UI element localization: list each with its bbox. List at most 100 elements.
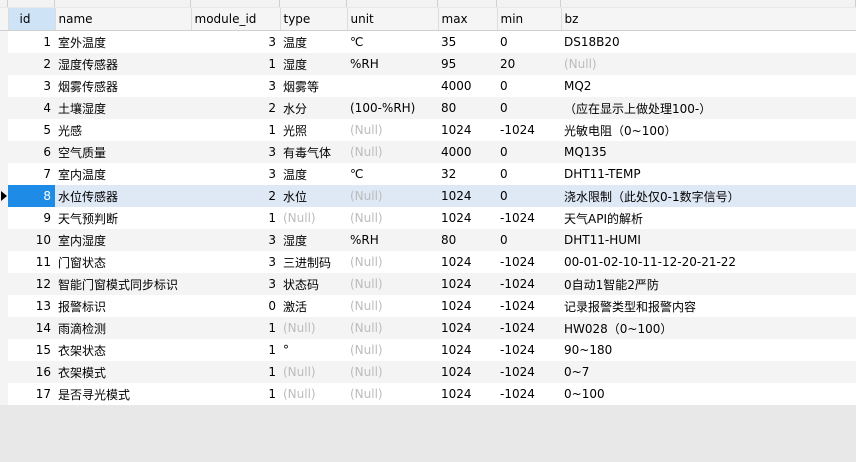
cell-bz[interactable]: 0自动1智能2严防 <box>561 273 856 295</box>
cell-unit[interactable]: ℃ <box>347 163 438 185</box>
table-row[interactable]: 11 门窗状态 3 三进制码 (Null) 1024 -1024 00-01-02-10-11… <box>0 251 856 273</box>
cell-min[interactable]: -1024 <box>497 361 561 383</box>
table-row[interactable]: 2 湿度传感器 1 湿度 %RH 95 20 (Null) <box>0 53 856 75</box>
cell-id[interactable]: 5 <box>8 119 55 141</box>
cell-min[interactable]: -1024 <box>497 317 561 339</box>
row-indicator[interactable] <box>0 273 8 295</box>
table-row[interactable]: 1 室外温度 3 温度 ℃ 35 0 DS18B20 <box>0 30 856 54</box>
row-indicator[interactable] <box>0 339 8 361</box>
row-indicator[interactable] <box>0 361 8 383</box>
cell-max[interactable]: 95 <box>438 53 497 75</box>
cell-id[interactable]: 7 <box>8 163 55 185</box>
cell-module-id[interactable]: 3 <box>191 141 280 163</box>
cell-unit[interactable]: (Null) <box>347 339 438 361</box>
cell-module-id[interactable]: 0 <box>191 295 280 317</box>
cell-bz[interactable]: 00-01-02-10-11-12-20-21-22 <box>561 251 856 273</box>
table-row[interactable]: 13 报警标识 0 激活 (Null) 1024 -1024 记录报警类型和报警内容 <box>0 295 856 317</box>
cell-id[interactable]: 9 <box>8 207 55 229</box>
cell-module-id[interactable]: 2 <box>191 185 280 207</box>
cell-type[interactable]: 湿度 <box>280 53 347 75</box>
cell-id[interactable]: 8 <box>8 185 55 207</box>
cell-id[interactable]: 13 <box>8 295 55 317</box>
cell-min[interactable]: 0 <box>497 141 561 163</box>
cell-max[interactable]: 4000 <box>438 141 497 163</box>
row-indicator[interactable] <box>0 30 8 53</box>
cell-name[interactable]: 室外温度 <box>55 31 191 54</box>
cell-bz[interactable]: 记录报警类型和报警内容 <box>561 295 856 317</box>
cell-unit[interactable]: (Null) <box>347 361 438 383</box>
column-header-module-id[interactable]: module_id <box>191 8 281 31</box>
cell-id[interactable]: 17 <box>8 383 55 405</box>
table-row[interactable]: 17 是否寻光模式 1 (Null) (Null) 1024 -1024 0~100 <box>0 383 856 405</box>
cell-min[interactable]: -1024 <box>497 251 561 273</box>
row-indicator[interactable] <box>0 97 8 119</box>
row-indicator[interactable] <box>0 119 8 141</box>
cell-module-id[interactable]: 2 <box>191 97 280 119</box>
cell-bz[interactable]: DHT11-HUMI <box>561 229 856 251</box>
cell-type[interactable]: 三进制码 <box>280 251 347 273</box>
cell-unit[interactable]: (Null) <box>347 295 438 317</box>
cell-bz[interactable]: 0~100 <box>561 383 856 405</box>
cell-min[interactable]: -1024 <box>497 273 561 295</box>
cell-bz[interactable]: 光敏电阻（0~100） <box>561 119 856 141</box>
cell-module-id[interactable]: 1 <box>191 119 280 141</box>
table-row[interactable]: 6 空气质量 3 有毒气体 (Null) 4000 0 MQ135 <box>0 141 856 163</box>
cell-name[interactable]: 湿度传感器 <box>55 53 191 75</box>
cell-id[interactable]: 4 <box>8 97 55 119</box>
cell-name[interactable]: 门窗状态 <box>55 251 191 273</box>
table-row[interactable]: 10 室内湿度 3 湿度 %RH 80 0 DHT11-HUMI <box>0 229 856 251</box>
cell-max[interactable]: 1024 <box>438 317 497 339</box>
cell-max[interactable]: 1024 <box>438 119 497 141</box>
cell-max[interactable]: 4000 <box>438 75 497 97</box>
table-row[interactable]: 3 烟雾传感器 3 烟雾等 4000 0 MQ2 <box>0 75 856 97</box>
cell-name[interactable]: 报警标识 <box>55 295 191 317</box>
cell-module-id[interactable]: 3 <box>191 229 280 251</box>
cell-name[interactable]: 衣架模式 <box>55 361 191 383</box>
cell-type[interactable]: 水位 <box>280 185 347 207</box>
column-header-unit[interactable]: unit <box>347 8 439 31</box>
row-indicator[interactable] <box>0 229 8 251</box>
cell-type[interactable]: (Null) <box>280 207 347 229</box>
cell-bz[interactable]: DS18B20 <box>561 31 856 54</box>
cell-unit[interactable]: (Null) <box>347 119 438 141</box>
cell-type[interactable]: 状态码 <box>280 273 347 295</box>
cell-module-id[interactable]: 1 <box>191 317 280 339</box>
cell-id[interactable]: 11 <box>8 251 55 273</box>
cell-name[interactable]: 光感 <box>55 119 191 141</box>
cell-type[interactable]: 水分 <box>280 97 347 119</box>
cell-module-id[interactable]: 3 <box>191 75 280 97</box>
cell-module-id[interactable]: 1 <box>191 53 280 75</box>
cell-bz[interactable]: (Null) <box>561 53 856 75</box>
cell-id[interactable]: 16 <box>8 361 55 383</box>
row-indicator[interactable] <box>0 185 8 207</box>
cell-id[interactable]: 6 <box>8 141 55 163</box>
table-row[interactable]: 5 光感 1 光照 (Null) 1024 -1024 光敏电阻（0~100） <box>0 119 856 141</box>
cell-max[interactable]: 1024 <box>438 383 497 405</box>
cell-min[interactable]: -1024 <box>497 119 561 141</box>
cell-type[interactable]: 湿度 <box>280 229 347 251</box>
row-indicator[interactable] <box>0 75 8 97</box>
cell-type[interactable]: 温度 <box>280 163 347 185</box>
cell-module-id[interactable]: 3 <box>191 31 280 54</box>
cell-unit[interactable] <box>347 75 438 97</box>
cell-unit[interactable]: (Null) <box>347 207 438 229</box>
cell-id[interactable]: 14 <box>8 317 55 339</box>
cell-min[interactable]: -1024 <box>497 383 561 405</box>
cell-type[interactable]: 烟雾等 <box>280 75 347 97</box>
cell-type[interactable]: (Null) <box>280 317 347 339</box>
cell-name[interactable]: 雨滴检测 <box>55 317 191 339</box>
cell-unit[interactable]: (Null) <box>347 273 438 295</box>
cell-id[interactable]: 15 <box>8 339 55 361</box>
cell-id[interactable]: 10 <box>8 229 55 251</box>
cell-max[interactable]: 1024 <box>438 185 497 207</box>
row-indicator[interactable] <box>0 317 8 339</box>
table-row[interactable]: 9 天气预判断 1 (Null) (Null) 1024 -1024 天气API的解析 <box>0 207 856 229</box>
row-indicator[interactable] <box>0 53 8 75</box>
cell-bz[interactable]: 0~7 <box>561 361 856 383</box>
table-row[interactable]: 14 雨滴检测 1 (Null) (Null) 1024 -1024 HW028（0~100） <box>0 317 856 339</box>
cell-id[interactable]: 1 <box>8 31 55 54</box>
cell-unit[interactable]: %RH <box>347 53 438 75</box>
cell-min[interactable]: 0 <box>497 163 561 185</box>
cell-name[interactable]: 智能门窗模式同步标识 <box>55 273 191 295</box>
cell-module-id[interactable]: 1 <box>191 361 280 383</box>
